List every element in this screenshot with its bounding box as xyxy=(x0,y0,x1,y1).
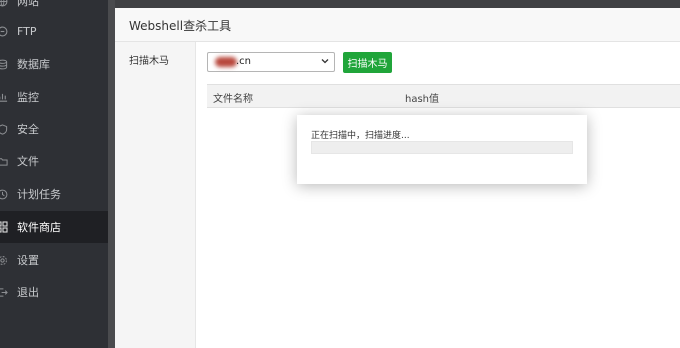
sidebar-item-settings[interactable]: 设置 xyxy=(0,244,108,276)
sidebar-item-label: 网站 xyxy=(17,0,39,8)
sidebar-item-security[interactable]: 安全 xyxy=(0,113,108,145)
monitor-icon xyxy=(0,91,8,103)
sidebar-item-label: 计划任务 xyxy=(17,188,61,201)
sidebar-item-cron[interactable]: 计划任务 xyxy=(0,178,108,210)
sidebar: 网站 FTP 数据库 监控 安全 文件 计划任务 软件商店 设置 退出 xyxy=(0,0,108,348)
sidebar-item-label: 文件 xyxy=(17,155,39,168)
chevron-down-icon xyxy=(321,59,329,64)
apps-grid-icon xyxy=(0,221,8,233)
dialog-left-nav: 扫描木马 xyxy=(115,42,196,348)
sidebar-item-monitor[interactable]: 监控 xyxy=(0,81,108,113)
sidebar-item-label: 软件商店 xyxy=(17,221,61,234)
scan-progress-text: 正在扫描中，扫描进度... xyxy=(311,131,410,141)
ftp-icon xyxy=(0,25,8,37)
scan-progress-popup: 正在扫描中，扫描进度... xyxy=(297,115,587,184)
shield-icon xyxy=(0,123,8,135)
sidebar-item-database[interactable]: 数据库 xyxy=(0,48,108,80)
sidebar-item-files[interactable]: 文件 xyxy=(0,145,108,177)
sidebar-item-label: 设置 xyxy=(17,254,39,267)
sidebar-item-ftp[interactable]: FTP xyxy=(0,15,108,47)
dialog-title: Webshell查杀工具 xyxy=(129,19,232,33)
site-select-value: .cn xyxy=(236,56,252,67)
site-select[interactable]: .cn xyxy=(207,52,335,72)
gear-icon xyxy=(0,254,8,266)
dialog-header: Webshell查杀工具 xyxy=(115,8,680,42)
redacted-domain xyxy=(215,57,237,67)
sidebar-item-label: 数据库 xyxy=(17,58,50,71)
database-icon xyxy=(0,58,8,70)
scan-trojan-button[interactable]: 扫描木马 xyxy=(343,52,392,73)
backdrop-strip xyxy=(108,0,115,348)
column-header-hash: hash值 xyxy=(405,94,440,105)
sidebar-item-label: 退出 xyxy=(17,286,39,299)
scan-progress-bar xyxy=(311,141,573,154)
results-table-header: 文件名称 hash值 xyxy=(207,84,680,108)
sidebar-item-app-store[interactable]: 软件商店 xyxy=(0,211,108,243)
sidebar-item-logout[interactable]: 退出 xyxy=(0,276,108,308)
tab-scan-trojan[interactable]: 扫描木马 xyxy=(129,52,169,67)
sidebar-item-label: 安全 xyxy=(17,123,39,136)
clock-icon xyxy=(0,188,8,200)
sidebar-item-label: FTP xyxy=(17,24,37,38)
folder-icon xyxy=(0,155,8,167)
column-header-filename: 文件名称 xyxy=(213,94,253,105)
sidebar-item-label: 监控 xyxy=(17,91,39,104)
logout-icon xyxy=(0,286,8,298)
globe-icon xyxy=(0,0,8,7)
